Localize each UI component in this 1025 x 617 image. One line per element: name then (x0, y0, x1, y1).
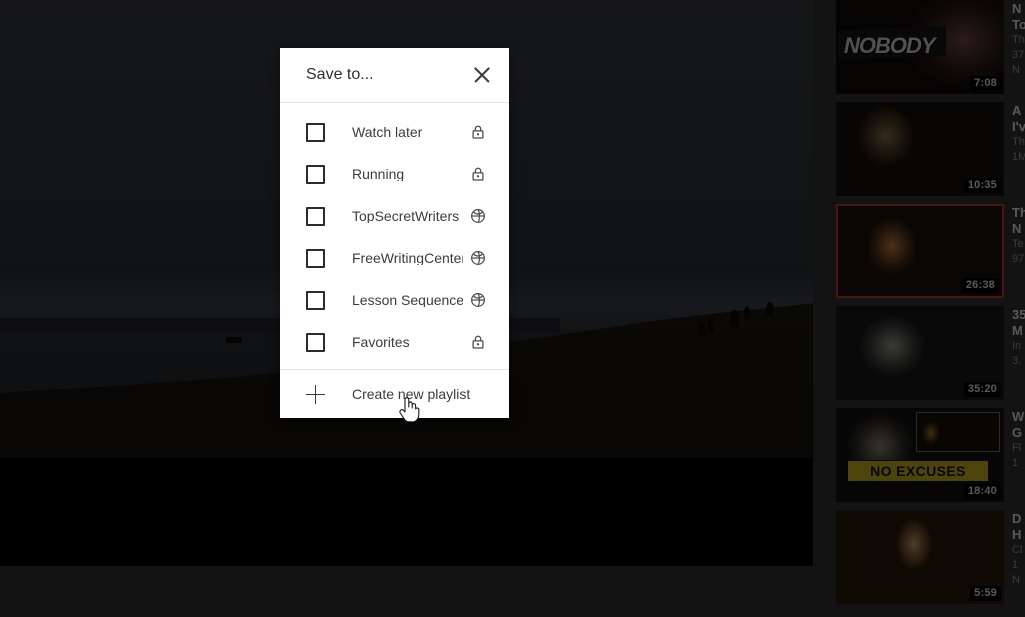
playlist-label: TopSecretWriters (352, 209, 460, 223)
playlist-row-favorites[interactable]: Favorites (280, 321, 509, 363)
globe-icon (469, 291, 487, 309)
modal-overlay[interactable] (0, 0, 1025, 617)
create-new-playlist-button[interactable]: Create new playlist (280, 369, 509, 418)
playlist-checkbox[interactable] (306, 164, 325, 184)
playlist-label: FreeWritingCenter (352, 251, 463, 265)
playlist-checkbox[interactable] (306, 290, 325, 310)
playlist-row-running[interactable]: Running (280, 153, 509, 195)
playlist-label: Lesson Sequence (352, 293, 463, 307)
lock-icon (469, 165, 487, 183)
playlist-label: Favorites (352, 335, 410, 349)
dialog-title: Save to... (306, 66, 374, 83)
globe-icon (469, 249, 487, 267)
plus-icon (306, 384, 325, 404)
playlist-checkbox[interactable] (306, 122, 325, 142)
lock-icon (469, 123, 487, 141)
playlist-checkbox[interactable] (306, 332, 325, 352)
save-to-dialog: Save to... Watch later Running TopSecret… (280, 48, 509, 418)
playlist-row-lesson-sequence[interactable]: Lesson Sequence (280, 279, 509, 321)
playlist-row-freewritingcenter[interactable]: FreeWritingCenter (280, 237, 509, 279)
playlist-label: Watch later (352, 125, 423, 139)
create-playlist-label: Create new playlist (352, 386, 471, 402)
lock-icon (469, 333, 487, 351)
playlist-row-topsecretwriters[interactable]: TopSecretWriters (280, 195, 509, 237)
playlist-checkbox[interactable] (306, 248, 325, 268)
playlist-list: Watch later Running TopSecretWriters Fre… (280, 103, 509, 369)
playlist-checkbox[interactable] (306, 206, 325, 226)
playlist-row-watch-later[interactable]: Watch later (280, 111, 509, 153)
dialog-header: Save to... (280, 48, 509, 103)
close-icon[interactable] (469, 62, 495, 88)
youtube-watch-page: 7:08 N To Th 37 N 10:35 A I'v Th 1M (0, 0, 1025, 617)
globe-icon (469, 207, 487, 225)
playlist-label: Running (352, 167, 405, 181)
